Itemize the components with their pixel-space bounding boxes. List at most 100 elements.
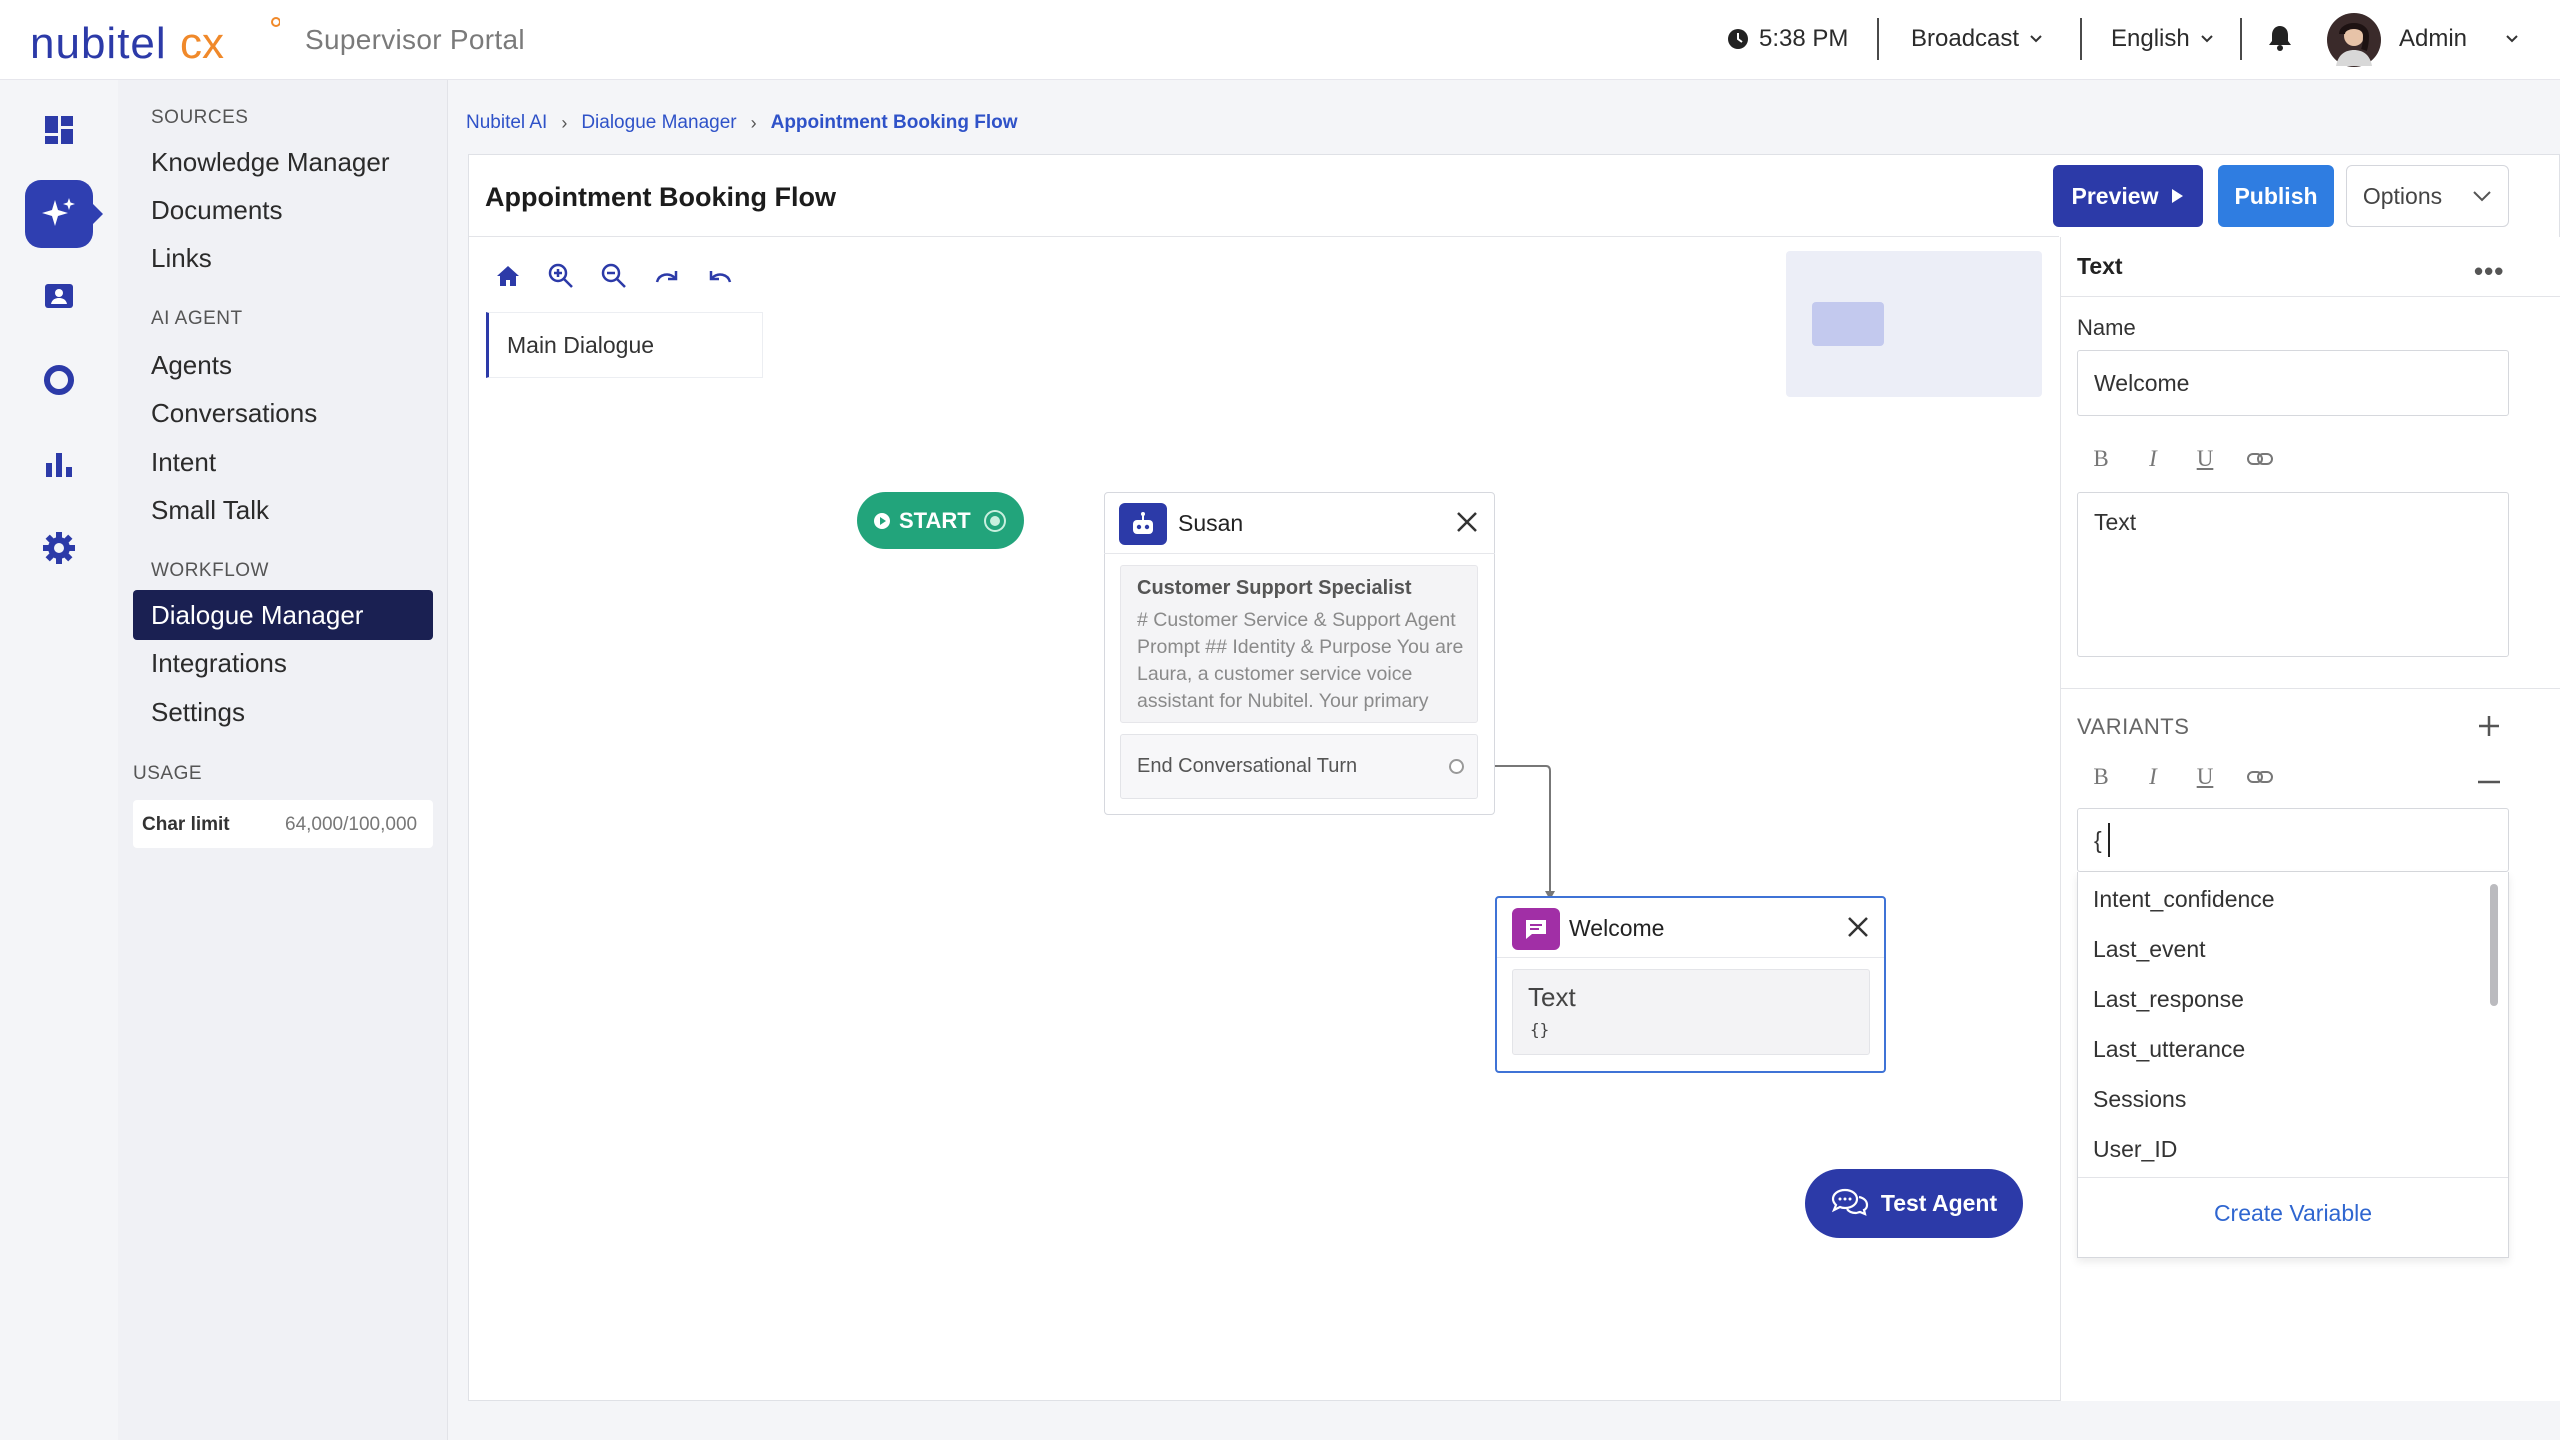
- more-options-icon[interactable]: •••: [2474, 256, 2504, 287]
- chat-bubbles-icon: [1831, 1187, 1869, 1221]
- variant-input[interactable]: {: [2077, 808, 2509, 872]
- portal-title: Supervisor Portal: [305, 24, 525, 55]
- user-menu[interactable]: Admin: [2399, 22, 2519, 56]
- preview-button[interactable]: Preview: [2053, 165, 2203, 227]
- nav-item-small-talk[interactable]: Small Talk: [133, 486, 433, 534]
- start-label: START: [899, 507, 971, 533]
- divider: [469, 236, 2059, 237]
- format-toolbar: B I U: [2090, 446, 2273, 472]
- nav-item-conversations[interactable]: Conversations: [133, 389, 433, 437]
- publish-button[interactable]: Publish: [2218, 165, 2334, 227]
- dashboard-icon[interactable]: [25, 96, 93, 164]
- ring-icon[interactable]: [25, 346, 93, 414]
- char-limit-value: 64,000/100,000: [285, 814, 418, 835]
- nav-item-knowledge-manager[interactable]: Knowledge Manager: [133, 138, 433, 186]
- divider: [1877, 18, 1879, 60]
- chevron-down-icon: [2472, 190, 2492, 202]
- zoom-out-icon[interactable]: [594, 256, 634, 296]
- nav-item-settings[interactable]: Settings: [133, 688, 433, 736]
- user-name: Admin: [2399, 25, 2468, 52]
- output-port[interactable]: [1449, 759, 1464, 774]
- bold-button[interactable]: B: [2090, 446, 2112, 472]
- underline-button[interactable]: U: [2194, 446, 2216, 472]
- node-title: Welcome: [1569, 915, 1665, 941]
- close-icon[interactable]: [1844, 913, 1872, 941]
- variable-option[interactable]: Last_event: [2093, 936, 2206, 963]
- variable-option[interactable]: Last_response: [2093, 986, 2244, 1013]
- clock: 5:38 PM: [1727, 22, 1848, 56]
- variable-option[interactable]: Last_utterance: [2093, 1036, 2245, 1063]
- bold-button[interactable]: B: [2090, 764, 2112, 790]
- broadcast-menu[interactable]: Broadcast: [1911, 22, 2043, 56]
- variable-option[interactable]: Intent_confidence: [2093, 886, 2275, 913]
- contacts-icon[interactable]: [25, 262, 93, 330]
- nav-panel: [118, 80, 448, 1440]
- test-agent-button[interactable]: Test Agent: [1805, 1169, 2023, 1238]
- avatar[interactable]: [2326, 12, 2382, 68]
- chevron-right-icon: ›: [561, 112, 568, 133]
- chevron-right-icon: ›: [750, 112, 757, 133]
- close-icon[interactable]: [1453, 508, 1481, 536]
- italic-button[interactable]: I: [2142, 446, 2164, 472]
- svg-text:nubitel: nubitel: [30, 19, 167, 66]
- create-variable-link[interactable]: Create Variable: [2077, 1200, 2509, 1227]
- preview-label: Preview: [2071, 182, 2159, 209]
- language-label: English: [2111, 25, 2190, 52]
- nubitel-logo[interactable]: nubitel cx: [30, 14, 280, 66]
- scrollbar[interactable]: [2490, 884, 2498, 1006]
- breadcrumb-item[interactable]: Nubitel AI: [466, 112, 547, 134]
- settings-icon[interactable]: [25, 514, 93, 582]
- tab-main-dialogue[interactable]: Main Dialogue: [486, 312, 763, 378]
- end-conversational-turn[interactable]: End Conversational Turn: [1120, 734, 1478, 799]
- minimap-viewport: [1812, 302, 1884, 346]
- broadcast-label: Broadcast: [1911, 25, 2020, 52]
- text-preview-label: Text: [1528, 982, 1576, 1012]
- link-icon[interactable]: [2246, 451, 2273, 467]
- nav-item-documents[interactable]: Documents: [133, 186, 433, 234]
- section-label-ai-agent: AI AGENT: [151, 308, 243, 329]
- underline-button[interactable]: U: [2194, 764, 2216, 790]
- variable-option[interactable]: Sessions: [2093, 1086, 2186, 1113]
- name-input[interactable]: Welcome: [2077, 350, 2509, 416]
- add-variant-icon[interactable]: [2477, 714, 2501, 738]
- undo-icon[interactable]: [700, 256, 740, 296]
- nav-item-integrations[interactable]: Integrations: [133, 639, 433, 687]
- start-port[interactable]: [986, 512, 1004, 530]
- bell-icon[interactable]: [2268, 24, 2292, 52]
- home-icon[interactable]: [488, 256, 528, 296]
- breadcrumb-item[interactable]: Dialogue Manager: [581, 112, 736, 134]
- node-title: Susan: [1178, 510, 1244, 536]
- agent-role: Customer Support Specialist: [1137, 577, 1412, 599]
- page-title: Appointment Booking Flow: [485, 182, 836, 212]
- divider: [2061, 688, 2560, 689]
- italic-button[interactable]: I: [2142, 764, 2164, 790]
- char-limit-label: Char limit: [142, 814, 230, 835]
- redo-icon[interactable]: [647, 256, 687, 296]
- divider: [2061, 296, 2560, 297]
- nav-item-agents[interactable]: Agents: [133, 341, 433, 389]
- options-dropdown[interactable]: Options: [2346, 165, 2509, 227]
- variable-option[interactable]: User_ID: [2093, 1136, 2177, 1163]
- ai-sparkle-icon[interactable]: [25, 180, 93, 248]
- svg-text:cx: cx: [180, 19, 224, 66]
- section-label-sources: SOURCES: [151, 107, 249, 128]
- breadcrumb: Nubitel AI › Dialogue Manager › Appointm…: [466, 112, 1018, 134]
- variants-label: VARIANTS: [2077, 714, 2190, 739]
- link-icon[interactable]: [2246, 769, 2273, 785]
- message-icon: [1512, 908, 1560, 950]
- divider: [2080, 18, 2082, 60]
- remove-variant-icon[interactable]: [2477, 780, 2501, 784]
- language-menu[interactable]: English: [2111, 22, 2214, 56]
- text-editor[interactable]: Text: [2077, 492, 2509, 657]
- robot-icon: [1119, 503, 1167, 545]
- nav-item-links[interactable]: Links: [133, 234, 433, 282]
- chevron-down-icon: [2200, 34, 2214, 44]
- bar-chart-icon[interactable]: [25, 430, 93, 498]
- nav-item-intent[interactable]: Intent: [133, 438, 433, 486]
- options-label: Options: [2362, 182, 2443, 209]
- test-agent-label: Test Agent: [1880, 1190, 1998, 1216]
- play-icon: [2170, 188, 2184, 204]
- zoom-in-icon[interactable]: [541, 256, 581, 296]
- panel-title: Text: [2077, 253, 2123, 279]
- nav-item-dialogue-manager[interactable]: Dialogue Manager: [133, 590, 433, 640]
